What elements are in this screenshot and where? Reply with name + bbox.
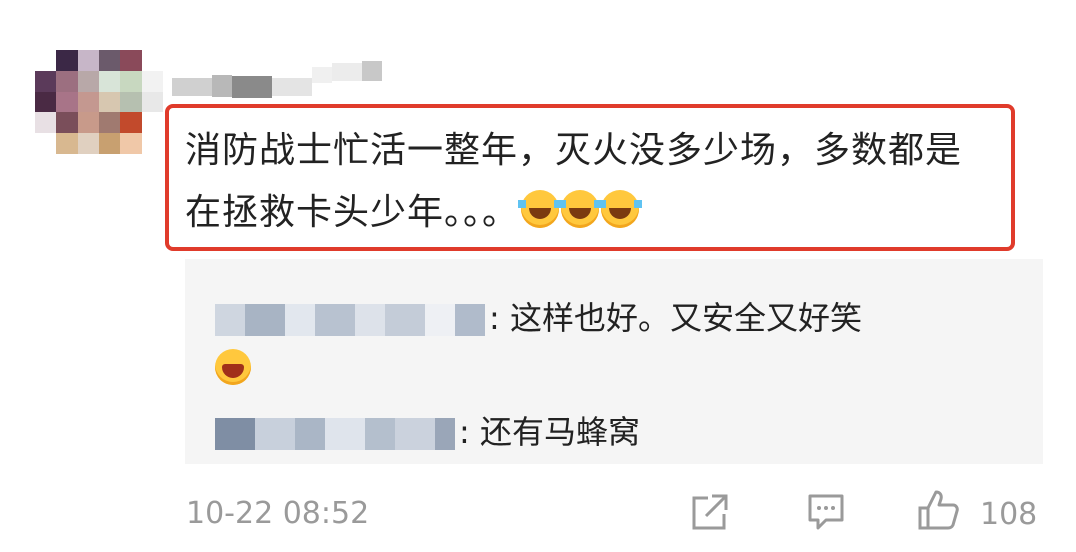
reply-username[interactable] <box>215 304 485 336</box>
reply-item[interactable]: : 还有马蜂窝 <box>215 407 640 453</box>
comment-highlight-box: 消防战士忙活一整年，灭火没多少场，多数都是在拯救卡头少年。。。 <box>165 104 1015 251</box>
reply-username[interactable] <box>215 418 455 450</box>
comment-icon[interactable] <box>806 492 846 532</box>
reply-text: : 还有马蜂窝 <box>459 413 640 451</box>
laugh-cry-emoji-icon <box>558 190 603 228</box>
thumbs-up-icon[interactable] <box>916 488 960 532</box>
laugh-cry-emoji-icon <box>598 190 643 228</box>
replies-panel[interactable]: : 这样也好。又安全又好笑 : 还有马蜂窝 <box>185 259 1043 464</box>
avatar[interactable] <box>35 50 163 154</box>
grin-emoji-icon <box>215 349 251 385</box>
like-count: 108 <box>980 497 1038 532</box>
timestamp: 10-22 08:52 <box>186 496 370 531</box>
share-icon[interactable] <box>690 492 730 532</box>
username[interactable] <box>172 52 402 98</box>
laugh-cry-emoji-icon <box>518 190 563 228</box>
reply-text: : 这样也好。又安全又好笑 <box>489 299 862 337</box>
comment-body: 消防战士忙活一整年，灭火没多少场，多数都是在拯救卡头少年。。。 <box>185 120 991 244</box>
reply-item[interactable]: : 这样也好。又安全又好笑 <box>215 293 862 339</box>
